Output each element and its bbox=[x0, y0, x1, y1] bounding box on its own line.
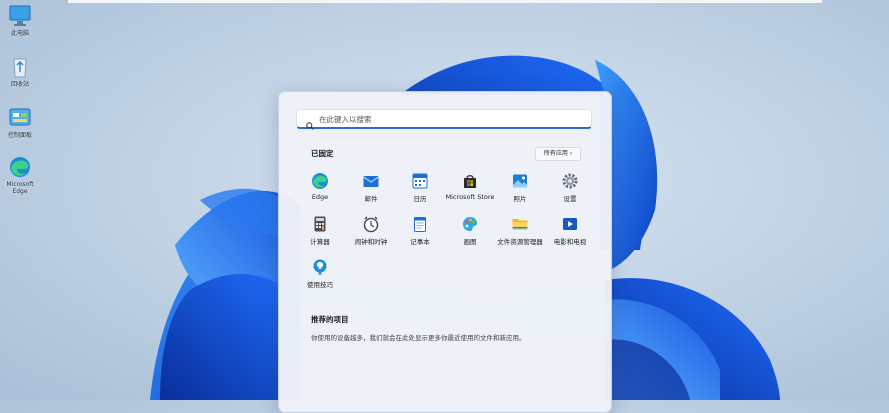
computer-icon bbox=[7, 4, 33, 28]
search-input[interactable] bbox=[319, 110, 584, 128]
desktop-icon-edge[interactable]: Microsoft Edge bbox=[2, 155, 38, 195]
desktop-icon-control-panel[interactable]: 控制面板 bbox=[2, 106, 38, 139]
photos-icon bbox=[511, 172, 529, 190]
pinned-app-settings[interactable]: 设置 bbox=[541, 172, 599, 203]
app-label: 设置 bbox=[563, 195, 577, 203]
movies-tv-icon bbox=[561, 215, 579, 233]
mail-icon bbox=[362, 172, 380, 190]
desktop-icon-label: 回收站 bbox=[10, 81, 29, 88]
settings-gear-icon bbox=[561, 172, 579, 190]
desktop-icon-recycle-bin[interactable]: 回收站 bbox=[2, 55, 38, 88]
edge-icon bbox=[7, 155, 33, 179]
search-box[interactable] bbox=[296, 109, 592, 130]
recommended-description: 你使用的设备越多，我们就会在此处显示更多你最近使用的文件和新应用。 bbox=[311, 334, 526, 342]
pinned-app-movies-tv[interactable]: 电影和电视 bbox=[541, 215, 599, 246]
desktop-icon-label: 此电脑 bbox=[10, 30, 29, 37]
edge-icon bbox=[311, 172, 329, 190]
search-icon bbox=[306, 115, 314, 134]
all-apps-button[interactable]: 所有应用 › bbox=[535, 147, 581, 161]
app-label: 使用技巧 bbox=[307, 281, 333, 289]
start-menu: 已固定 所有应用 › Edge 邮件 日历 bbox=[278, 91, 612, 413]
desktop-icon-label: 控制面板 bbox=[7, 132, 32, 139]
top-window-edge bbox=[68, 0, 822, 3]
pinned-app-edge[interactable]: Edge bbox=[291, 172, 349, 201]
calendar-icon bbox=[411, 172, 429, 190]
pinned-app-calculator[interactable]: 计算器 bbox=[291, 215, 349, 246]
paint-icon bbox=[461, 215, 479, 233]
store-icon bbox=[461, 172, 479, 190]
notepad-icon bbox=[411, 215, 429, 233]
calculator-icon bbox=[311, 215, 329, 233]
desktop-icon-label: Microsoft Edge bbox=[6, 181, 34, 195]
file-explorer-icon bbox=[511, 215, 529, 233]
tips-icon bbox=[311, 258, 329, 276]
app-label: 电影和电视 bbox=[553, 238, 587, 246]
alarm-clock-icon bbox=[362, 215, 380, 233]
recommended-title: 推荐的项目 bbox=[311, 315, 349, 324]
recycle-bin-icon bbox=[7, 55, 33, 79]
pinned-app-tips[interactable]: 使用技巧 bbox=[291, 258, 349, 289]
desktop-icon-this-pc[interactable]: 此电脑 bbox=[2, 4, 38, 37]
app-label: 计算器 bbox=[310, 238, 330, 246]
pinned-title: 已固定 bbox=[311, 149, 334, 158]
app-label: Edge bbox=[311, 193, 329, 201]
control-panel-icon bbox=[7, 106, 33, 130]
